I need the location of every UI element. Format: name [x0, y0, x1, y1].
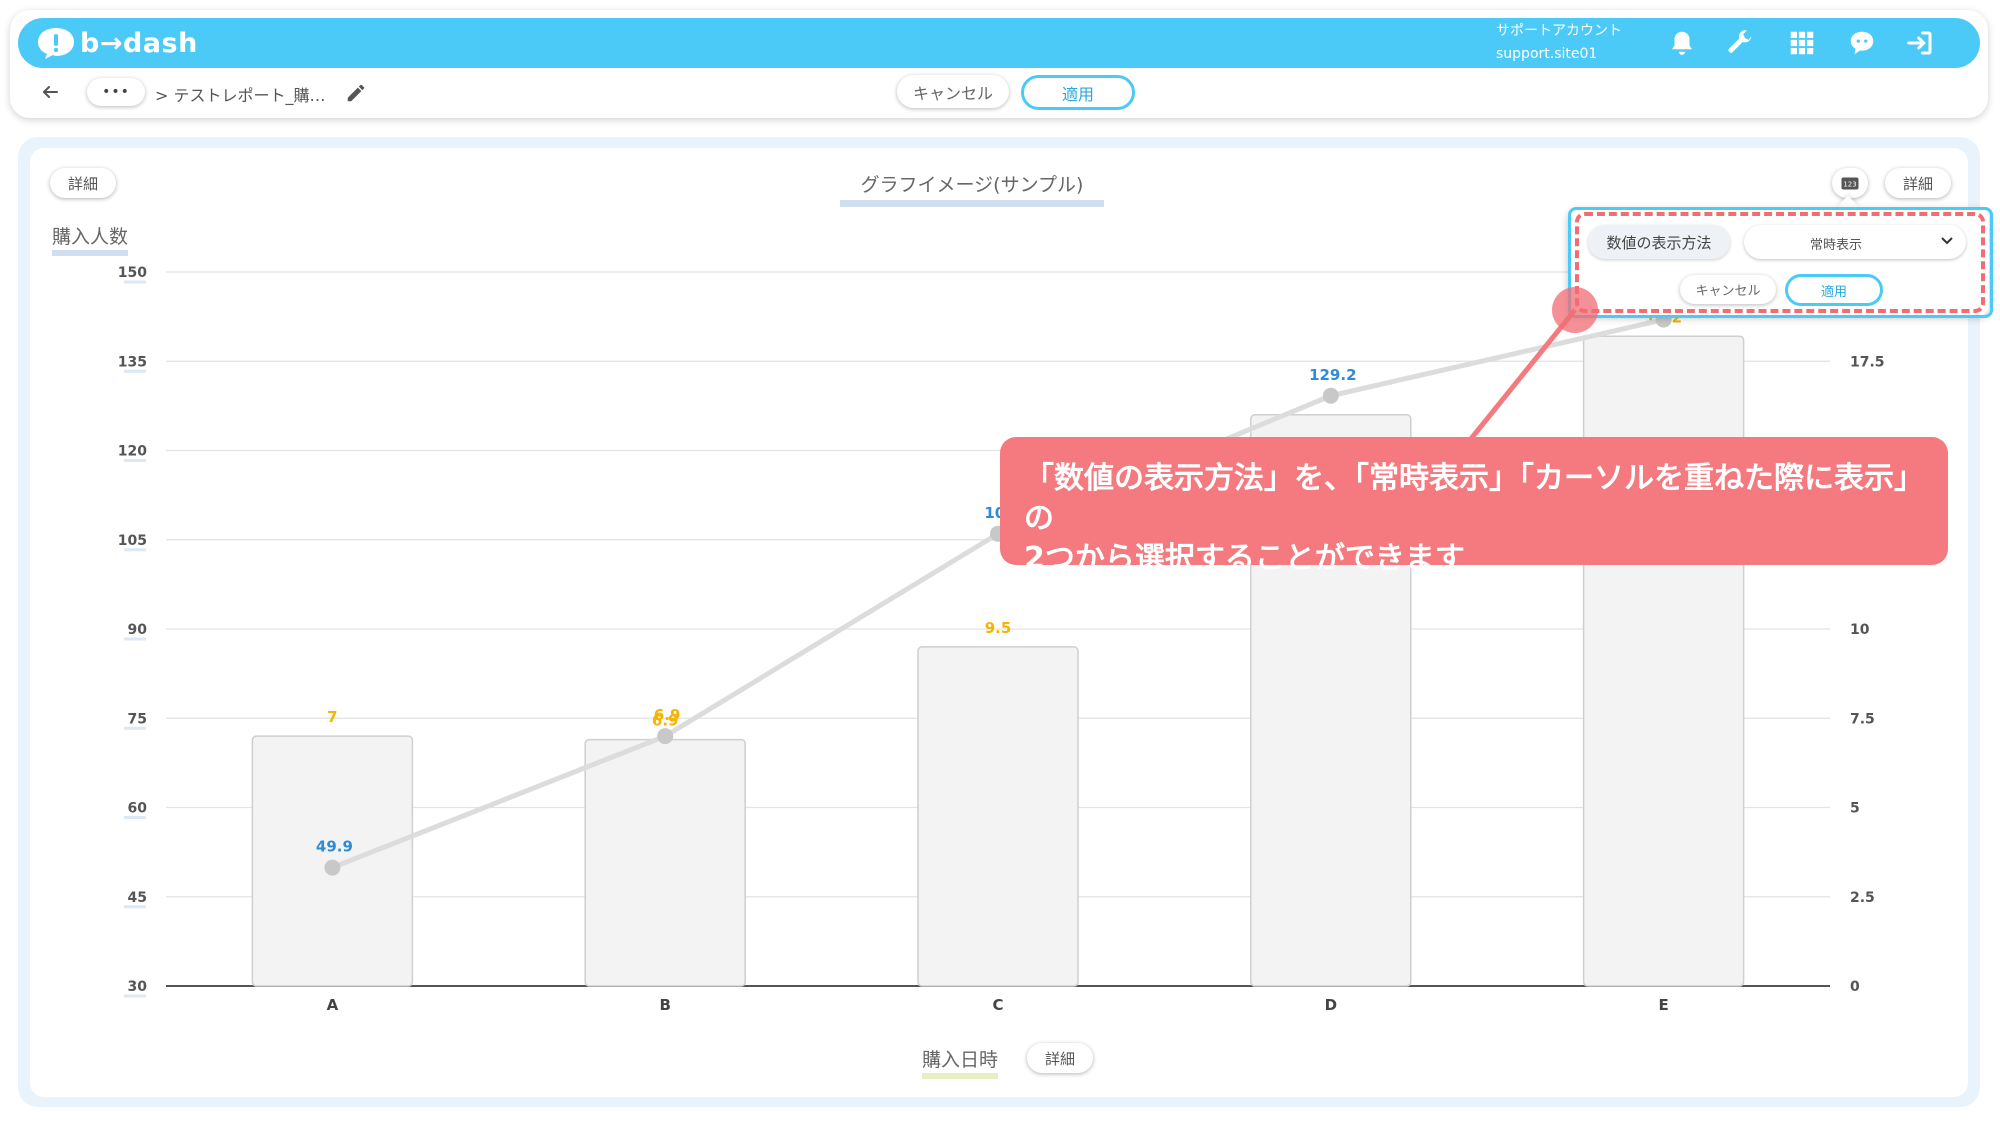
y-left-tick-label: 75	[128, 711, 147, 727]
annotation-line-2: 2つから選択することができます	[1024, 541, 1465, 576]
y-left-tick-label: 45	[128, 890, 147, 906]
bar-value-label: 7	[327, 708, 337, 726]
line-point	[324, 859, 341, 876]
y-right-tick-label: 2.5	[1850, 890, 1875, 906]
x-axis-title[interactable]: 購入日時	[922, 1045, 999, 1079]
x-tick-label: D	[1325, 996, 1337, 1014]
y-right-tick-label: 7.5	[1850, 711, 1875, 727]
y-right-tick-label: 10	[1850, 622, 1870, 638]
bar	[917, 646, 1079, 987]
annotation-highlight-box	[1575, 212, 1985, 313]
annotation-pointer-dot	[1552, 287, 1598, 333]
bar	[584, 738, 746, 987]
line-value-label: 49.9	[316, 838, 353, 856]
annotation-callout: 「数値の表示方法」を、「常時表示」「カーソルを重ねた際に表示」の 2つから選択す…	[1000, 437, 1948, 576]
y-left-tick-label: 135	[118, 354, 147, 370]
line-point	[657, 728, 674, 745]
detail-button-bottom[interactable]: 詳細	[1027, 1043, 1093, 1073]
y-left-tick-label: 60	[128, 801, 148, 817]
x-tick-label: E	[1658, 996, 1668, 1014]
x-tick-label: C	[992, 996, 1003, 1014]
line-value-label: 6.9	[654, 706, 681, 724]
annotation-line-1: 「数値の表示方法」を、「常時表示」「カーソルを重ねた際に表示」の	[1024, 461, 1924, 536]
y-left-tick-label: 120	[118, 444, 147, 460]
y-right-tick-label: 17.5	[1850, 354, 1885, 370]
y-right-tick-label: 5	[1850, 801, 1860, 817]
x-tick-label: B	[659, 996, 670, 1014]
line-value-label: 129.2	[1309, 366, 1356, 384]
bar	[1582, 335, 1745, 987]
y-left-tick-label: 90	[128, 622, 148, 638]
x-tick-label: A	[327, 996, 339, 1014]
bar-value-label: 9.5	[985, 619, 1012, 637]
line-point	[1322, 387, 1339, 404]
y-left-tick-label: 150	[118, 265, 147, 281]
y-left-tick-label: 30	[128, 979, 148, 995]
y-right-tick-label: 0	[1850, 979, 1860, 995]
y-left-tick-label: 105	[118, 533, 147, 549]
